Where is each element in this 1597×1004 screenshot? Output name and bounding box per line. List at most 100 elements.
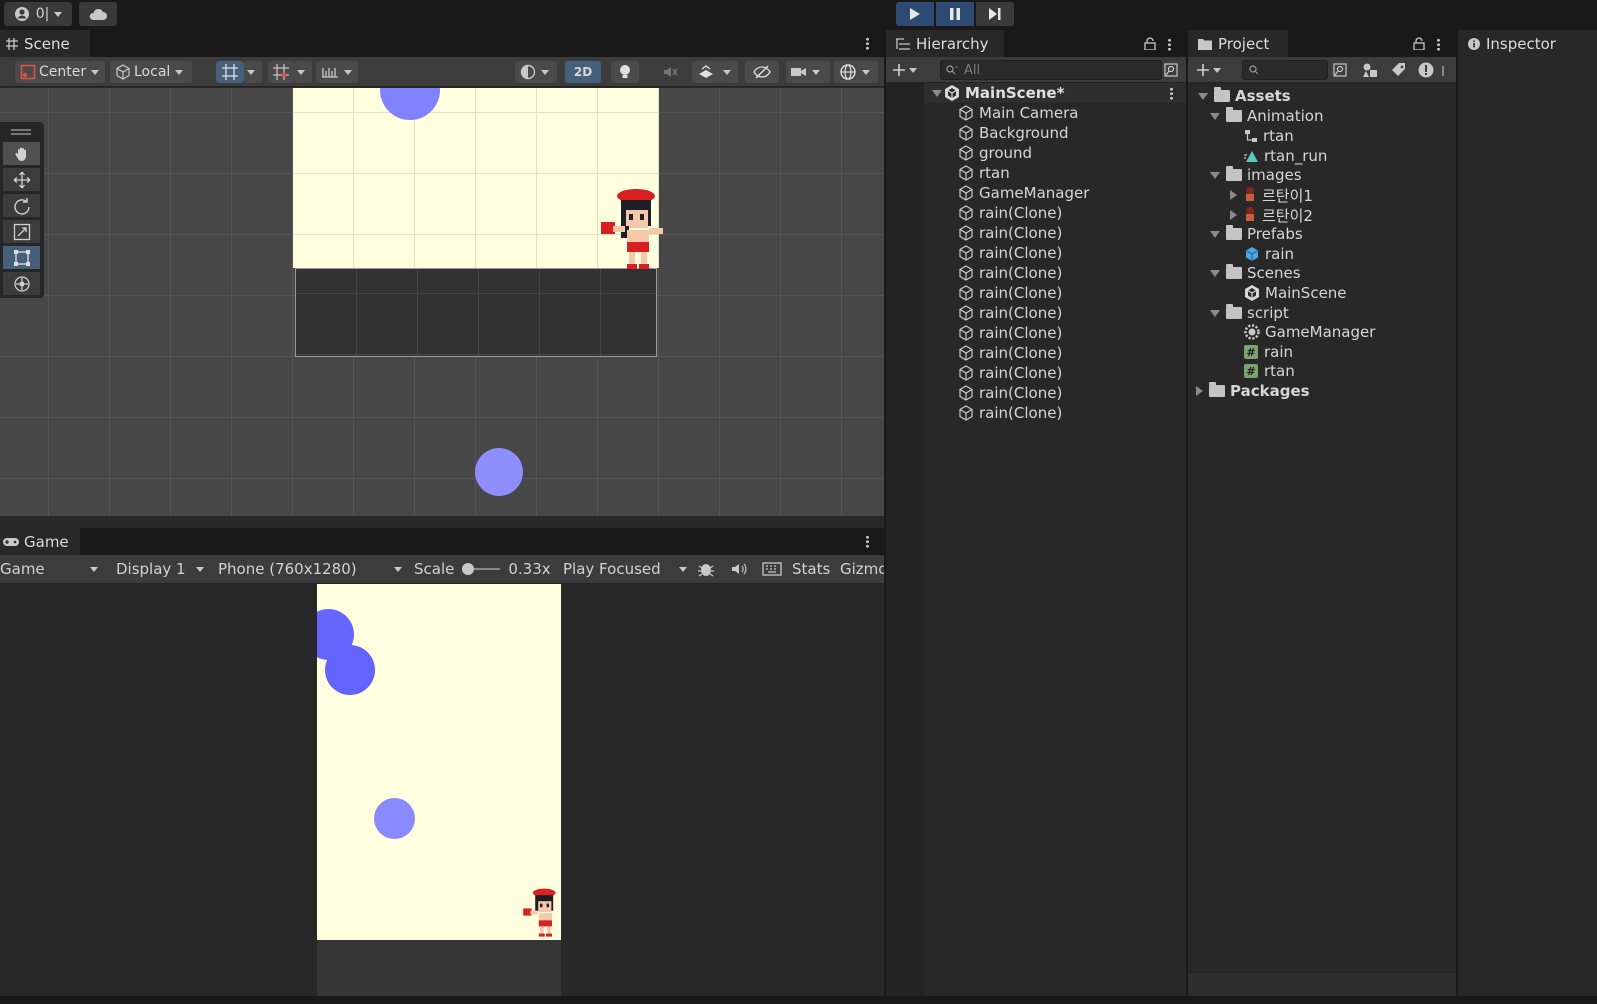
tab-hierarchy[interactable]: Hierarchy [886,30,1004,57]
game-screen[interactable] [317,584,561,940]
hierarchy-item[interactable]: rtan [958,163,1010,183]
hierarchy-item[interactable]: Background [958,123,1069,143]
hierarchy-item[interactable]: ground [958,143,1032,163]
hierarchy-item[interactable]: rain(Clone) [958,363,1062,383]
hierarchy-item[interactable]: rain(Clone) [958,323,1062,343]
audio-toggle[interactable] [656,61,684,83]
scene-search-icon[interactable] [1164,63,1178,77]
shortcuts-button[interactable] [762,562,782,580]
pivot-dropdown[interactable]: Center [15,61,105,83]
expand-arrow-icon[interactable] [1210,269,1220,277]
scene-header-row[interactable]: MainScene* [924,83,1186,103]
tree-anim-rtan[interactable]: rtan [1244,126,1294,146]
drag-handle-icon[interactable] [11,133,31,135]
hierarchy-item[interactable]: rain(Clone) [958,223,1062,243]
hierarchy-item[interactable]: rain(Clone) [958,403,1062,423]
drag-handle-icon[interactable] [11,129,31,131]
stats-button[interactable]: Stats [792,555,830,583]
grid-snap-button[interactable] [216,61,244,83]
gizmos-dropdown[interactable] [834,61,878,83]
tab-inspector[interactable]: Inspector [1458,30,1597,57]
hierarchy-item[interactable]: rain(Clone) [958,243,1062,263]
tree-script-rtan[interactable]: # rtan [1244,361,1295,381]
tree-animation[interactable]: Animation [1210,106,1323,126]
rtan-sprite[interactable] [599,186,669,270]
tree-assets[interactable]: Assets [1198,86,1291,106]
scene-options-icon[interactable] [1170,87,1173,100]
play-button[interactable] [896,2,934,26]
tab-scene[interactable]: Scene [0,30,90,57]
account-dropdown[interactable]: 0| [4,2,72,26]
filter-by-label-icon[interactable] [1391,62,1407,78]
expand-arrow-icon[interactable] [1210,230,1220,238]
space-dropdown[interactable]: Local [110,61,192,83]
expand-arrow-icon[interactable] [1210,309,1220,317]
view-select[interactable]: Game [0,555,104,583]
create-asset-dropdown[interactable] [1196,60,1221,80]
hierarchy-item[interactable]: rain(Clone) [958,263,1062,283]
scene-search-icon[interactable] [1333,63,1347,77]
rain-drop[interactable] [475,448,523,496]
tree-image-2[interactable]: 르탄이2 [1230,205,1313,225]
tree-prefabs[interactable]: Prefabs [1210,224,1303,244]
lock-icon[interactable] [1144,37,1156,50]
tree-anim-rtan-run[interactable]: rtan_run [1244,146,1327,166]
collapsed-arrow-icon[interactable] [1230,210,1237,220]
increment-snap-dropdown[interactable] [294,61,312,83]
hierarchy-item[interactable]: Main Camera [958,103,1078,123]
mute-audio-button[interactable] [730,561,748,581]
play-mode-select[interactable]: Play Focused [557,555,691,583]
collapsed-arrow-icon[interactable] [1230,190,1237,200]
hierarchy-item[interactable]: rain(Clone) [958,303,1062,323]
scene-viewport[interactable] [0,88,884,516]
game-viewport[interactable] [0,584,884,996]
tree-packages[interactable]: Packages [1196,381,1310,401]
tree-image-1[interactable]: 르탄이1 [1230,185,1313,205]
cloud-button[interactable] [79,2,117,26]
grid-snap-dropdown[interactable] [244,61,262,83]
rotate-tool[interactable] [3,194,40,217]
lighting-toggle[interactable] [611,61,639,83]
scale-tool[interactable] [3,220,40,243]
frame-debugger-button[interactable] [697,561,715,581]
move-tool[interactable] [3,168,40,191]
slider-thumb[interactable] [462,563,475,575]
warning-filter-icon[interactable] [1418,62,1434,78]
lock-icon[interactable] [1413,37,1425,50]
visibility-toggle[interactable] [745,61,779,83]
tab-game[interactable]: Game [0,528,80,555]
tree-scenes[interactable]: Scenes [1210,263,1301,283]
overflow-icon[interactable] [1442,66,1444,76]
tree-script-rain[interactable]: # rain [1244,342,1293,362]
tab-project[interactable]: Project [1188,30,1288,57]
expand-arrow-icon[interactable] [1210,112,1220,120]
ruler-dropdown[interactable] [316,61,358,83]
hierarchy-item[interactable]: rain(Clone) [958,383,1062,403]
hand-tool[interactable] [3,142,40,165]
collapsed-arrow-icon[interactable] [1196,386,1203,396]
rect-tool[interactable] [3,246,40,269]
hierarchy-item[interactable]: rain(Clone) [958,203,1062,223]
create-dropdown[interactable] [892,60,917,80]
scene-menu-icon[interactable] [866,37,869,50]
tree-script-gamemanager[interactable]: GameManager [1244,322,1375,342]
tree-script[interactable]: script [1210,303,1289,323]
hierarchy-search-input[interactable]: All [940,60,1162,80]
hierarchy-item[interactable]: rain(Clone) [958,343,1062,363]
effects-dropdown[interactable] [720,61,738,83]
hierarchy-item[interactable]: rain(Clone) [958,283,1062,303]
hierarchy-item[interactable]: GameManager [958,183,1089,203]
effects-button[interactable] [692,61,720,83]
display-select[interactable]: Display 1 [108,555,208,583]
tree-prefab-rain[interactable]: rain [1244,244,1294,264]
mode-2d-toggle[interactable]: 2D [565,61,601,83]
step-button[interactable] [976,2,1014,26]
expand-arrow-icon[interactable] [932,90,942,97]
pause-button[interactable] [936,2,974,26]
resolution-select[interactable]: Phone (760x1280) [212,555,408,583]
scale-slider[interactable] [462,562,501,576]
tree-images[interactable]: images [1210,165,1302,185]
project-search-input[interactable] [1242,60,1328,80]
increment-snap-button[interactable] [268,61,294,83]
project-menu-icon[interactable] [1437,38,1440,51]
